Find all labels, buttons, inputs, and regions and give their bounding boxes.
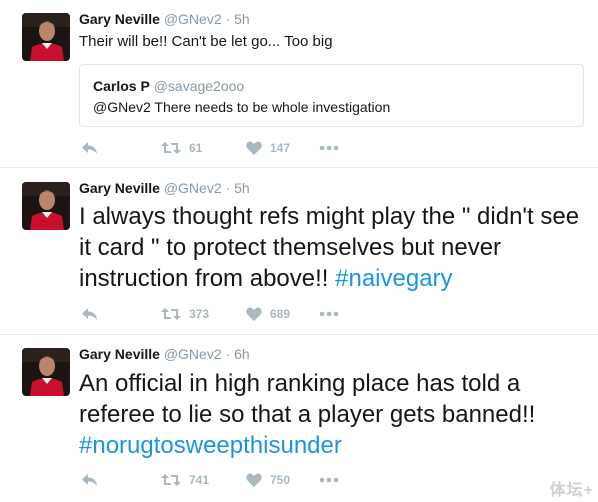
author-handle[interactable]: @GNev2 <box>164 346 222 362</box>
more-button[interactable] <box>319 138 339 158</box>
reply-icon <box>82 308 97 320</box>
timestamp[interactable]: 5h <box>234 11 250 27</box>
tweet[interactable]: Gary Neville @GNev2 · 5h Their will be!!… <box>0 0 598 168</box>
tweet-text: Their will be!! Can't be let go... Too b… <box>79 33 333 50</box>
hashtag-link[interactable]: #naivegary <box>335 265 452 292</box>
like-button[interactable]: 750 <box>246 470 290 490</box>
author-handle[interactable]: @GNev2 <box>164 180 222 196</box>
tweet-actions: 61 147 <box>79 138 479 158</box>
retweet-button[interactable]: 61 <box>161 138 202 158</box>
reply-button[interactable] <box>81 304 99 324</box>
separator: · <box>225 11 231 27</box>
reply-icon <box>82 142 97 154</box>
like-count: 689 <box>270 307 291 321</box>
separator: · <box>225 180 231 196</box>
retweet-button[interactable]: 741 <box>161 470 209 490</box>
retweet-count: 61 <box>189 141 203 155</box>
quoted-tweet[interactable]: Carlos P @savage2ooo @GNev2 There needs … <box>79 64 584 127</box>
tweet[interactable]: Gary Neville @GNev2 · 5h I always though… <box>0 168 598 335</box>
timestamp[interactable]: 5h <box>234 180 250 196</box>
author-name[interactable]: Gary Neville <box>79 11 160 27</box>
watermark-logo: 体坛+ <box>549 482 594 499</box>
heart-icon <box>246 473 262 487</box>
ellipsis-icon <box>319 477 339 483</box>
like-button[interactable]: 689 <box>246 304 290 324</box>
tweet[interactable]: Gary Neville @GNev2 · 6h An official in … <box>0 335 598 502</box>
tweet-header: Gary Neville @GNev2 · 5h <box>79 11 250 27</box>
quote-author-handle: @savage2ooo <box>153 78 245 94</box>
tweet-actions: 373 689 <box>79 304 479 324</box>
hashtag-link[interactable]: #norugtosweepthisunder <box>79 432 342 459</box>
tweet-actions: 741 750 <box>79 470 479 490</box>
tweet-body: I always thought refs might play the " d… <box>79 203 580 292</box>
more-button[interactable] <box>319 304 339 324</box>
like-count: 750 <box>270 473 291 487</box>
like-count: 147 <box>270 141 291 155</box>
timestamp[interactable]: 6h <box>234 346 250 362</box>
separator: · <box>225 346 231 362</box>
quote-header: Carlos P @savage2ooo <box>93 78 244 94</box>
tweet-header: Gary Neville @GNev2 · 6h <box>79 346 250 362</box>
retweet-icon <box>161 142 181 154</box>
avatar[interactable] <box>22 13 70 61</box>
ellipsis-icon <box>319 145 339 151</box>
quote-text: @GNev2 There needs to be whole investiga… <box>93 99 391 115</box>
tweet-header: Gary Neville @GNev2 · 5h <box>79 180 250 196</box>
tweet-body: An official in high ranking place has to… <box>79 370 536 428</box>
retweet-icon <box>161 308 181 320</box>
reply-icon <box>82 474 97 486</box>
retweet-icon <box>161 474 181 486</box>
retweet-count: 741 <box>189 473 210 487</box>
avatar[interactable] <box>22 182 70 230</box>
retweet-button[interactable]: 373 <box>161 304 209 324</box>
more-button[interactable] <box>319 470 339 490</box>
tweet-text: An official in high ranking place has to… <box>79 368 584 461</box>
author-handle[interactable]: @GNev2 <box>164 11 222 27</box>
tweet-text: I always thought refs might play the " d… <box>79 201 584 294</box>
like-button[interactable]: 147 <box>246 138 290 158</box>
heart-icon <box>246 307 262 321</box>
reply-button[interactable] <box>81 470 99 490</box>
reply-button[interactable] <box>81 138 99 158</box>
avatar[interactable] <box>22 348 70 396</box>
retweet-count: 373 <box>189 307 210 321</box>
quote-author-name: Carlos P <box>93 78 150 94</box>
author-name[interactable]: Gary Neville <box>79 180 160 196</box>
ellipsis-icon <box>319 311 339 317</box>
heart-icon <box>246 141 262 155</box>
author-name[interactable]: Gary Neville <box>79 346 160 362</box>
